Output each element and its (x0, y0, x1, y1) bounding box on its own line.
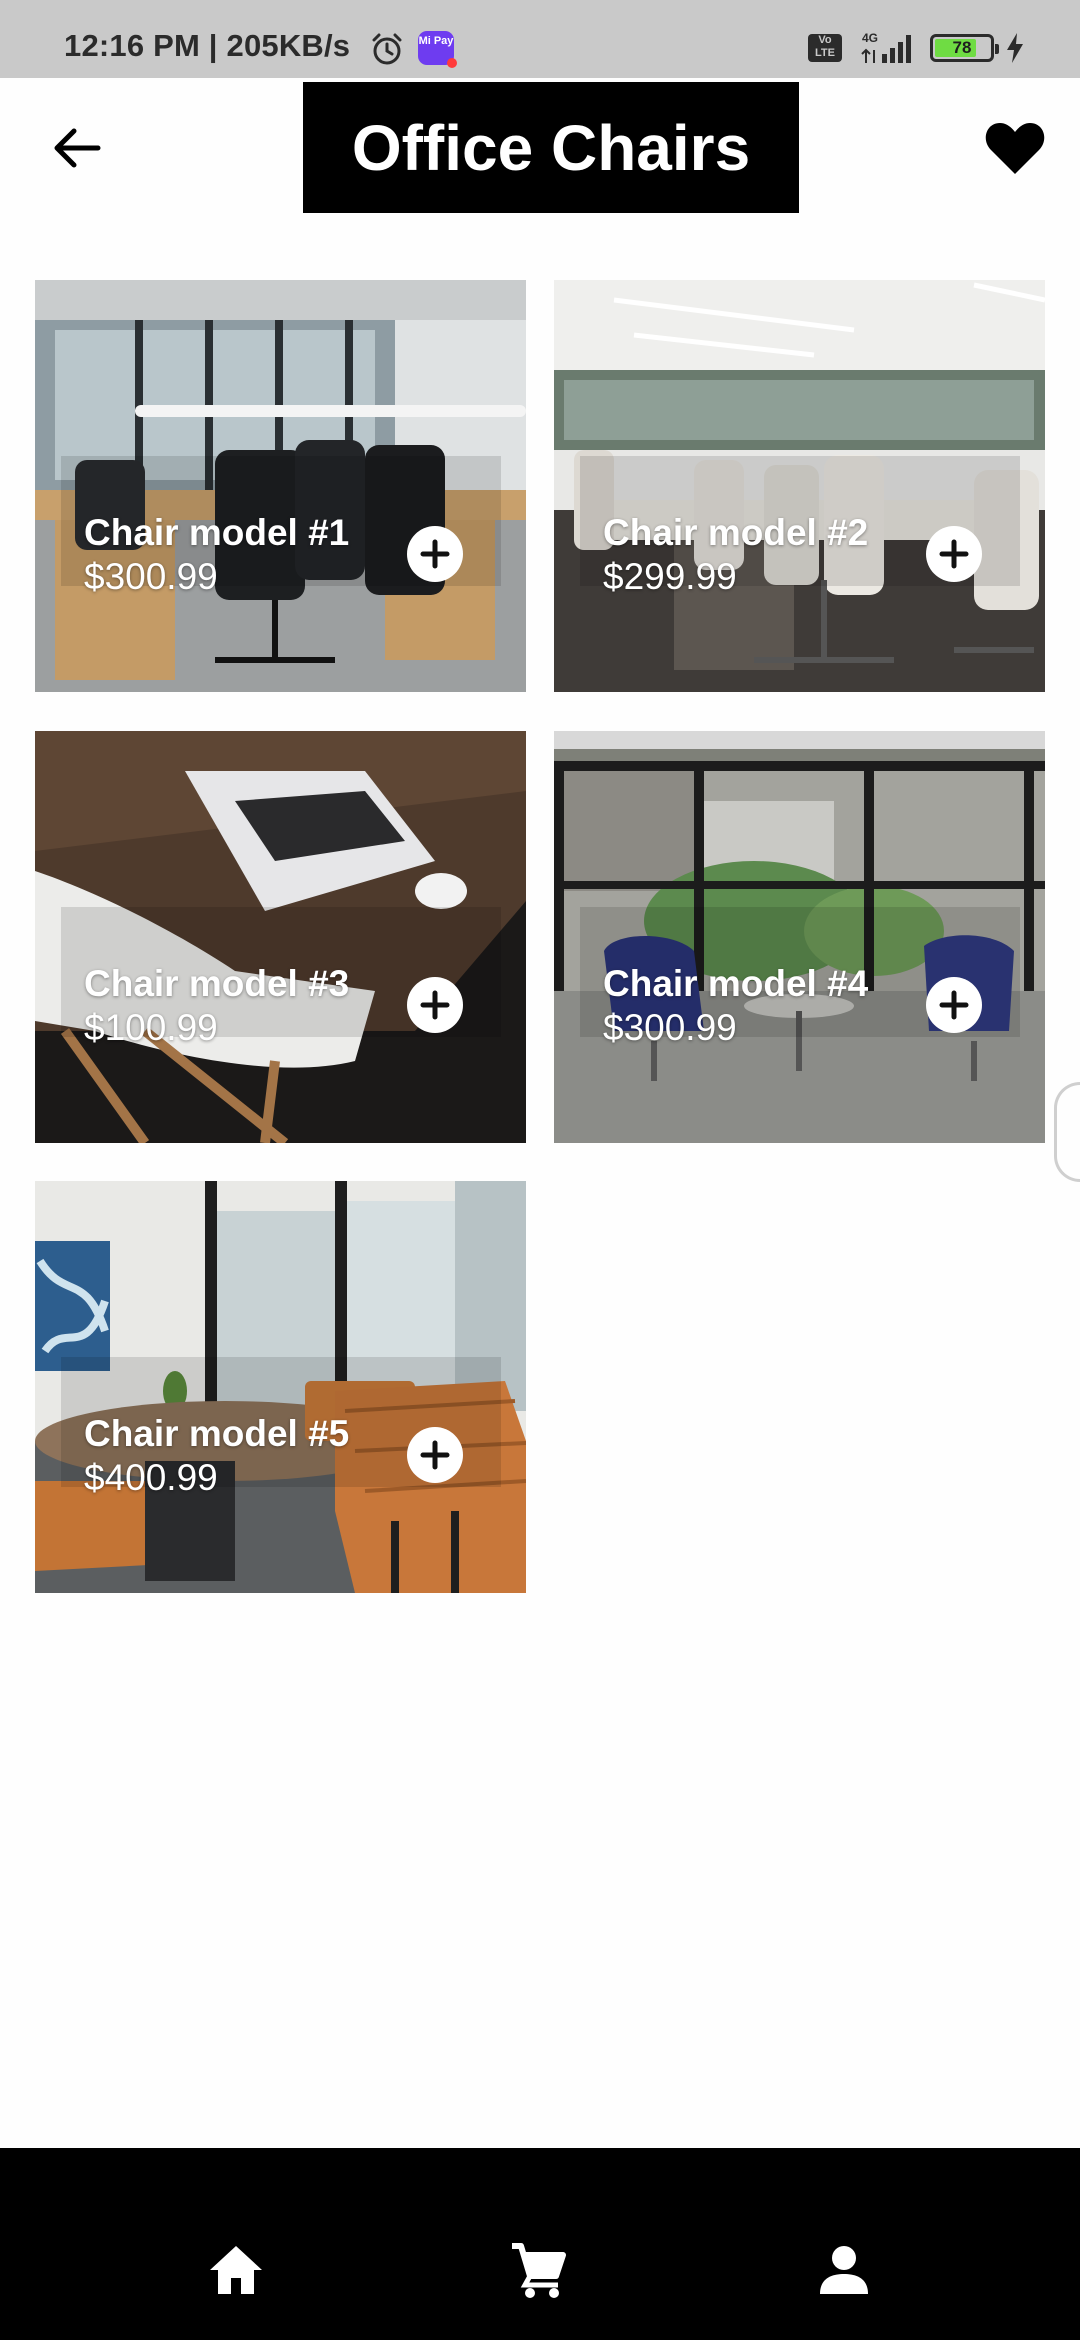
add-to-cart-button[interactable] (407, 526, 463, 582)
battery-level: 78 (952, 38, 972, 57)
home-icon[interactable] (206, 2240, 266, 2300)
product-name: Chair model #3 (84, 963, 350, 1004)
product-name: Chair model #4 (603, 963, 869, 1004)
product-name: Chair model #1 (84, 512, 350, 553)
mipay-icon: Mi Pay (418, 31, 457, 68)
product-card[interactable]: Chair model #5 $400.99 (35, 1181, 526, 1593)
add-to-cart-button[interactable] (407, 977, 463, 1033)
product-card[interactable]: Chair model #4 $300.99 (554, 731, 1045, 1143)
alarm-icon (372, 33, 402, 65)
add-to-cart-button[interactable] (926, 977, 982, 1033)
product-card[interactable]: Chair model #1 $300.99 (35, 280, 526, 692)
product-price: $300.99 (84, 556, 218, 597)
heart-icon[interactable] (984, 120, 1046, 176)
add-to-cart-button[interactable] (407, 1427, 463, 1483)
plus-icon (420, 990, 450, 1020)
plus-icon (420, 1440, 450, 1470)
plus-icon (420, 539, 450, 569)
plus-icon (939, 990, 969, 1020)
signal-icon: 4G (861, 31, 911, 63)
cart-icon[interactable] (508, 2240, 568, 2300)
product-price: $100.99 (84, 1007, 218, 1048)
volte-icon: Vo LTE (808, 34, 842, 62)
add-to-cart-button[interactable] (926, 526, 982, 582)
status-time: 12:16 PM | 205KB/s (64, 28, 351, 63)
page-title: Office Chairs (303, 82, 799, 213)
network-label: 4G (862, 31, 878, 45)
product-price: $400.99 (84, 1457, 218, 1498)
plus-icon (939, 539, 969, 569)
page-title-text: Office Chairs (351, 111, 751, 184)
profile-icon[interactable] (814, 2240, 874, 2300)
status-bar: 12:16 PM | 205KB/s Mi Pay Vo LTE 4G 78 (0, 0, 1080, 78)
product-card[interactable]: Chair model #3 $100.99 (35, 731, 526, 1143)
bottom-navigation (0, 2148, 1080, 2340)
product-price: $299.99 (603, 556, 737, 597)
product-card[interactable]: Chair model #2 $299.99 (554, 280, 1045, 692)
product-price: $300.99 (603, 1007, 737, 1048)
charging-icon (1007, 33, 1023, 63)
arrow-left-icon[interactable] (50, 122, 102, 174)
side-gesture-handle[interactable] (1054, 1082, 1080, 1182)
product-name: Chair model #5 (84, 1413, 350, 1454)
product-name: Chair model #2 (603, 512, 869, 553)
battery-icon: 78 (930, 34, 999, 62)
